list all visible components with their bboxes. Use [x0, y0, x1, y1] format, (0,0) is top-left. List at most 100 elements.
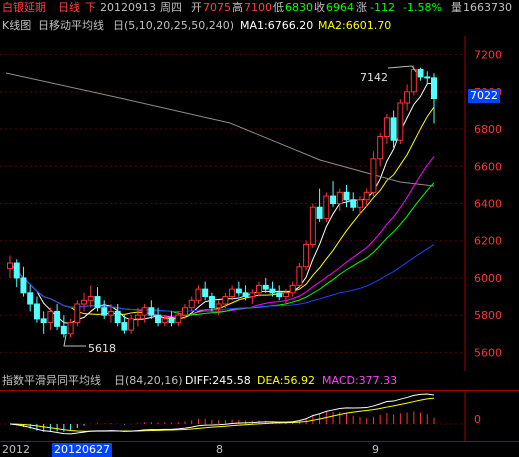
candle-body	[276, 292, 283, 298]
macd-chart[interactable]: 0	[0, 390, 519, 442]
candle-body	[431, 77, 437, 100]
high-value: 7100	[244, 1, 272, 14]
ma2-value: MA2:6601.70	[318, 19, 392, 32]
dea-value: DEA:56.92	[257, 374, 315, 387]
candle-body	[141, 307, 148, 316]
candle-body	[363, 191, 370, 201]
candle-body	[128, 318, 135, 331]
price-tick-label: 7200	[474, 49, 502, 62]
candle-body	[377, 136, 384, 160]
price-tick-label: 5600	[474, 346, 502, 359]
candle-body	[74, 303, 81, 324]
candle-body	[262, 284, 269, 290]
quote-date: 20120913	[100, 1, 156, 14]
price-tick-label: 6000	[474, 272, 502, 285]
open-label: 开	[191, 1, 202, 14]
candle-body	[94, 296, 101, 309]
time-axis-month-9: 9	[372, 443, 379, 456]
candle-body	[222, 296, 229, 305]
candle-body	[208, 296, 215, 309]
candle-body	[424, 76, 431, 79]
change-label: 涨	[356, 1, 367, 14]
instrument-name[interactable]: 白银延期	[2, 0, 46, 16]
candle-body	[229, 288, 236, 298]
price-tick-label: 6400	[474, 198, 502, 211]
price-tick-label: 6600	[474, 160, 502, 173]
candle-body	[155, 314, 162, 324]
nav-down-button[interactable]: 下	[85, 0, 96, 16]
candle-body	[168, 318, 175, 324]
candle-body	[107, 310, 114, 316]
change-value: -112	[370, 1, 395, 14]
macd-zero-tick: 0	[474, 413, 481, 426]
candle-body	[370, 158, 377, 193]
candle-body	[20, 277, 27, 294]
ma-indicator-params[interactable]: 日(5,10,20,25,50,240)	[113, 18, 234, 34]
candle-body	[249, 292, 256, 298]
candle-body	[410, 69, 417, 93]
candle-body	[13, 262, 20, 279]
low-value: 6830	[285, 1, 313, 14]
candle-body	[417, 69, 424, 78]
candle-body	[81, 299, 88, 305]
candle-body	[101, 307, 108, 316]
selected-date: 20120627	[52, 443, 112, 457]
macd-indicator-params[interactable]: 日(84,20,16)	[114, 373, 183, 389]
low-mark-label: 5618	[88, 342, 116, 355]
candle-body	[242, 292, 249, 298]
candle-body	[114, 310, 121, 324]
close-value: 6964	[326, 1, 354, 14]
candle-body	[383, 117, 390, 137]
candle-body	[215, 303, 222, 309]
candle-body	[47, 310, 54, 324]
macd-indicator-name[interactable]: 指数平滑异同平均线	[2, 373, 101, 389]
candle-body	[175, 314, 182, 324]
quote-header: 白银延期 日线 下 20120913 周四 开 7075 高 7100 低 68…	[0, 0, 519, 16]
low-label: 低	[273, 1, 284, 14]
change-percent: -1.58%	[403, 1, 442, 14]
chart-type-label[interactable]: K线图	[2, 18, 31, 34]
candle-body	[235, 288, 242, 294]
candle-body	[289, 284, 296, 294]
candle-body	[390, 117, 397, 141]
candle-body	[67, 322, 74, 335]
candle-body	[350, 199, 357, 208]
candle-body	[202, 288, 209, 298]
time-axis-year: 2012	[2, 443, 30, 456]
candle-body	[309, 206, 316, 245]
close-label: 收	[314, 1, 325, 14]
high-mark-label: 7142	[360, 71, 388, 84]
open-value: 7075	[203, 1, 231, 14]
candle-body	[40, 318, 47, 324]
current-price-marker: 7022	[468, 89, 500, 103]
candle-body	[404, 91, 411, 104]
price-tick-label: 5800	[474, 309, 502, 322]
candle-body	[356, 199, 363, 208]
candle-body	[87, 296, 94, 301]
candle-body	[181, 307, 188, 316]
candle-body	[148, 307, 155, 316]
candle-body	[330, 195, 337, 205]
candle-body	[188, 299, 195, 309]
candle-body	[336, 191, 343, 204]
candle-body	[343, 191, 350, 201]
candle-body	[134, 314, 141, 320]
candle-body	[316, 206, 323, 219]
candle-body	[256, 284, 263, 294]
price-tick-label: 6800	[474, 123, 502, 136]
candle-body	[296, 266, 303, 286]
period-selector[interactable]: 日线	[58, 0, 80, 16]
high-label: 高	[232, 1, 243, 14]
macd-value: MACD:377.33	[322, 374, 398, 387]
candle-body	[303, 243, 310, 268]
ma-indicator-name[interactable]: 日移动平均线	[38, 18, 104, 34]
volume-label: 量	[451, 1, 462, 14]
quote-weekday: 周四	[160, 1, 182, 14]
candlestick-chart[interactable]: 720070006800660064006200600058005600 714…	[0, 36, 519, 371]
main-indicator-bar: K线图 日移动平均线 日(5,10,20,25,50,240) MA1:6766…	[0, 18, 519, 34]
candle-body	[33, 303, 40, 320]
candle-body	[7, 262, 13, 270]
macd-indicator-bar: 指数平滑异同平均线 日(84,20,16) DIFF:245.58 DEA:56…	[0, 373, 519, 389]
ma1-value: MA1:6766.20	[240, 19, 314, 32]
candle-body	[121, 322, 128, 331]
